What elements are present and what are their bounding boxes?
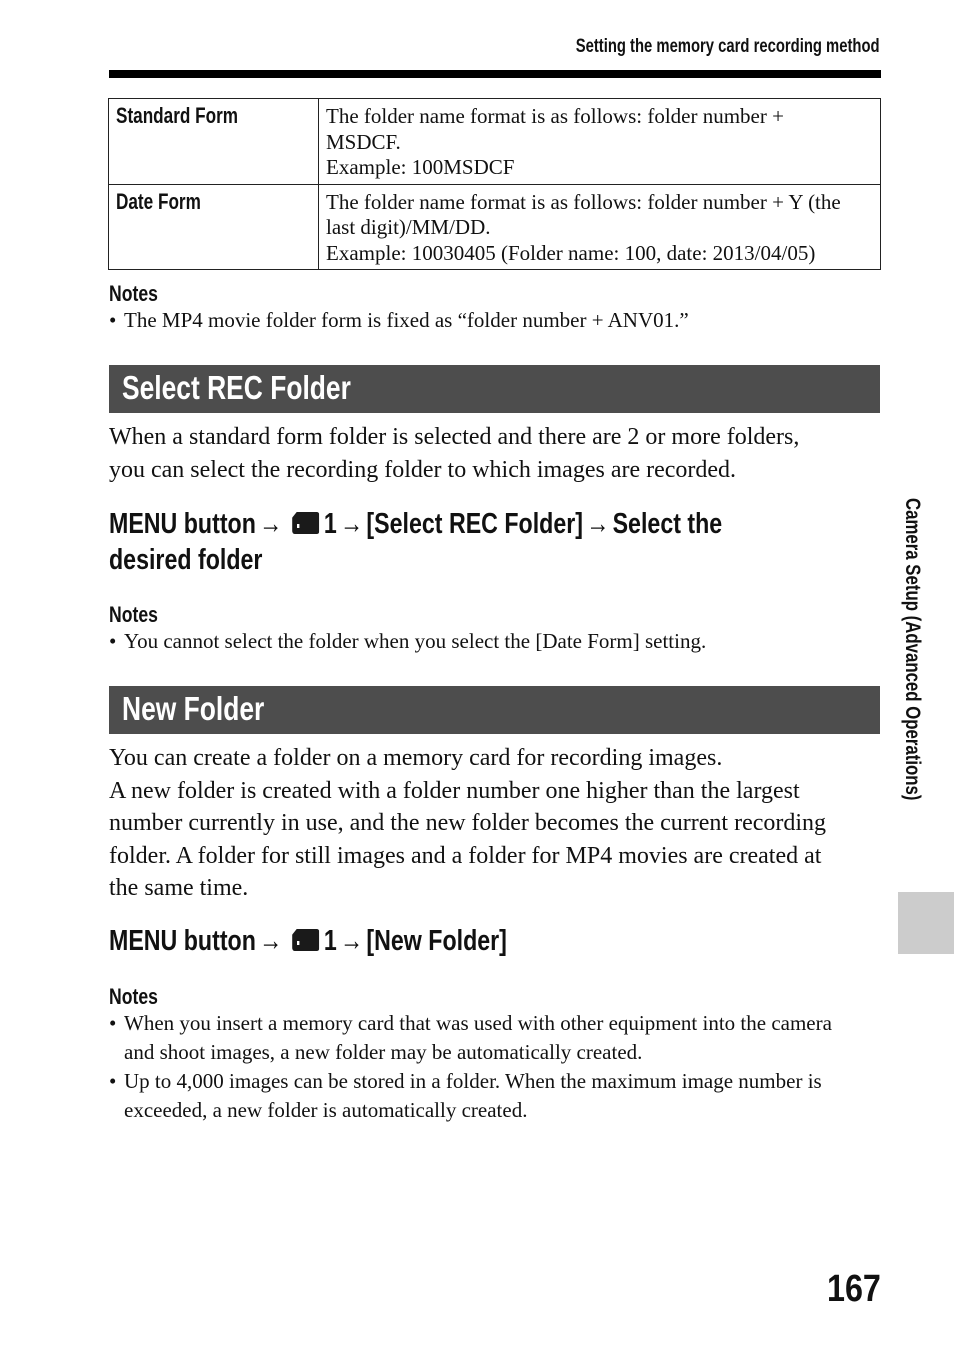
bullet: •: [109, 1069, 117, 1093]
note-text: The MP4 movie folder form is fixed as “f…: [124, 308, 689, 332]
folder-format-table: Standard Form The folder name format is …: [108, 98, 881, 270]
menu-tab-number: 1: [323, 508, 337, 540]
menu-button-label: MENU button: [109, 508, 256, 540]
table-value-cell: The folder name format is as follows: fo…: [318, 98, 881, 185]
cell-line: The folder name format is as follows: fo…: [326, 189, 841, 214]
section-heading: Select REC Folder: [122, 369, 351, 406]
body-line: folder. A folder for still images and a …: [109, 842, 822, 869]
chapter-thumb-tab: [898, 892, 954, 954]
section-body: When a standard form folder is selected …: [109, 421, 884, 486]
cell-line: Example: 100MSDCF: [326, 155, 515, 179]
table-row: Standard Form The folder name format is …: [108, 98, 881, 185]
notes-heading: Notes: [109, 602, 158, 627]
section-heading: New Folder: [122, 690, 265, 727]
bullet: •: [109, 629, 117, 653]
note-item: • The MP4 movie folder form is fixed as …: [109, 306, 879, 335]
section-heading-bar: New Folder: [109, 686, 880, 734]
note-line: exceeded, a new folder is automatically …: [124, 1098, 528, 1122]
body-line: number currently in use, and the new fol…: [109, 810, 827, 836]
note-item: • Up to 4,000 images can be stored in a …: [109, 1067, 879, 1125]
page-number: 167: [827, 1268, 881, 1310]
date-form-label: Date Form: [116, 188, 201, 214]
menu-button-label: MENU button: [109, 925, 256, 957]
notes-heading: Notes: [109, 281, 158, 306]
arrow-icon: →: [340, 508, 364, 540]
menu-path-instruction: MENU button → 1 → [New Folder]: [109, 923, 606, 959]
section-heading-bar: Select REC Folder: [109, 365, 880, 413]
header-rule: [109, 70, 881, 78]
section-body: You can create a folder on a memory card…: [109, 742, 884, 905]
memory-card-icon: [291, 512, 320, 534]
cell-line: The folder name format is as follows: fo…: [326, 104, 784, 128]
menu-item-label: [Select REC Folder]: [366, 508, 583, 540]
note-item: • You cannot select the folder when you …: [109, 627, 879, 656]
table-key-cell: Standard Form: [108, 98, 319, 185]
note-text: Up to 4,000 images can be stored in a fo…: [109, 1067, 879, 1125]
cell-line: last digit)/MM/DD.: [326, 215, 491, 239]
table-row: Date Form The folder name format is as f…: [108, 183, 881, 270]
menu-path-instruction: MENU button → 1 → [Select REC Folder] → Select…: [109, 506, 875, 578]
chapter-side-label: Camera Setup (Advanced Operations): [893, 498, 924, 878]
bullet: •: [109, 308, 117, 332]
note-line: When you insert a memory card that was u…: [124, 1011, 832, 1035]
cell-line: MSDCF.: [326, 129, 401, 154]
body-line: When a standard form folder is selected …: [109, 424, 800, 450]
body-line: you can select the recording folder to w…: [109, 456, 737, 483]
arrow-icon: →: [340, 925, 364, 957]
note-line: and shoot images, a new folder may be au…: [124, 1040, 643, 1064]
note-line: Up to 4,000 images can be stored in a fo…: [124, 1069, 822, 1093]
table-key-cell: Date Form: [108, 183, 319, 270]
cell-line: Example: 10030405 (Folder name: 100, dat…: [326, 240, 816, 265]
arrow-icon: →: [259, 508, 283, 540]
memory-card-icon: [291, 929, 320, 951]
notes-heading: Notes: [109, 984, 158, 1009]
note-text: You cannot select the folder when you se…: [124, 629, 707, 653]
arrow-icon: →: [586, 508, 610, 540]
running-header: Setting the memory card recording method: [576, 36, 880, 57]
arrow-icon: →: [259, 925, 283, 957]
body-line: the same time.: [109, 875, 249, 901]
menu-tab-number: 1: [323, 925, 337, 957]
menu-step-label: Select the: [612, 508, 723, 540]
standard-form-label: Standard Form: [116, 103, 239, 128]
body-line: A new folder is created with a folder nu…: [109, 777, 800, 804]
bullet: •: [109, 1011, 117, 1035]
table-value-cell: The folder name format is as follows: fo…: [318, 183, 881, 270]
menu-step-label: desired folder: [109, 544, 263, 576]
body-line: You can create a folder on a memory card…: [109, 745, 723, 771]
menu-item-label: [New Folder]: [366, 925, 507, 957]
note-text: When you insert a memory card that was u…: [109, 1009, 879, 1067]
chapter-label-text: Camera Setup (Advanced Operations): [901, 498, 924, 801]
note-item: • When you insert a memory card that was…: [109, 1009, 879, 1067]
